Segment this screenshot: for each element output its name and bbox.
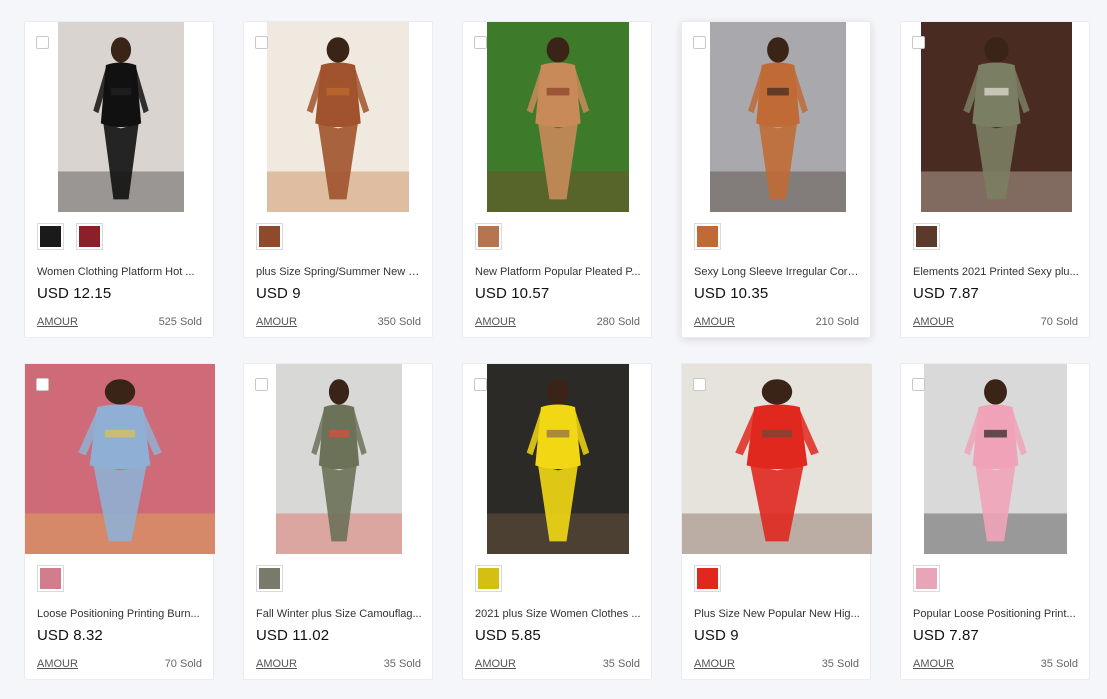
sold-count: 350 Sold bbox=[377, 316, 421, 328]
brand-link[interactable]: AMOUR bbox=[37, 316, 78, 328]
product-card[interactable]: Elements 2021 Printed Sexy plu... USD 7.8… bbox=[900, 21, 1090, 338]
product-card[interactable]: Women Clothing Platform Hot ... USD 12.15… bbox=[24, 21, 214, 338]
product-image[interactable] bbox=[682, 364, 872, 554]
color-swatches bbox=[256, 223, 283, 250]
brand-link[interactable]: AMOUR bbox=[256, 316, 297, 328]
product-title[interactable]: Sexy Long Sleeve Irregular Cord... bbox=[694, 266, 860, 278]
product-title[interactable]: New Platform Popular Pleated P... bbox=[475, 266, 641, 278]
sold-count: 525 Sold bbox=[158, 316, 202, 328]
brand-link[interactable]: AMOUR bbox=[913, 316, 954, 328]
product-price: USD 9 bbox=[694, 627, 739, 644]
product-price: USD 10.57 bbox=[475, 285, 550, 302]
product-price: USD 10.35 bbox=[694, 285, 769, 302]
product-card[interactable]: Loose Positioning Printing Burn... USD 8.… bbox=[24, 363, 215, 680]
product-image[interactable] bbox=[267, 22, 409, 212]
product-title[interactable]: Fall Winter plus Size Camouflag... bbox=[256, 608, 422, 620]
sold-count: 280 Sold bbox=[596, 316, 640, 328]
product-title[interactable]: plus Size Spring/Summer New L... bbox=[256, 266, 422, 278]
sold-count: 35 Sold bbox=[1040, 658, 1078, 670]
sold-count: 70 Sold bbox=[164, 658, 202, 670]
color-swatch[interactable] bbox=[37, 223, 64, 250]
product-title[interactable]: Popular Loose Positioning Print... bbox=[913, 608, 1079, 620]
product-price: USD 8.32 bbox=[37, 627, 103, 644]
brand-link[interactable]: AMOUR bbox=[475, 316, 516, 328]
brand-link[interactable]: AMOUR bbox=[256, 658, 297, 670]
brand-link[interactable]: AMOUR bbox=[913, 658, 954, 670]
sold-count: 35 Sold bbox=[383, 658, 421, 670]
product-price: USD 12.15 bbox=[37, 285, 112, 302]
product-image[interactable] bbox=[921, 22, 1072, 212]
product-title[interactable]: Plus Size New Popular New Hig... bbox=[694, 608, 860, 620]
brand-link[interactable]: AMOUR bbox=[694, 316, 735, 328]
product-card[interactable]: New Platform Popular Pleated P... USD 10.… bbox=[462, 21, 652, 338]
color-swatches bbox=[475, 565, 502, 592]
color-swatch[interactable] bbox=[694, 565, 721, 592]
brand-link[interactable]: AMOUR bbox=[694, 658, 735, 670]
color-swatch[interactable] bbox=[37, 565, 64, 592]
sold-count: 210 Sold bbox=[815, 316, 859, 328]
product-price: USD 9 bbox=[256, 285, 301, 302]
product-title[interactable]: Women Clothing Platform Hot ... bbox=[37, 266, 203, 278]
color-swatch[interactable] bbox=[256, 565, 283, 592]
select-checkbox[interactable] bbox=[255, 378, 268, 391]
color-swatch[interactable] bbox=[913, 565, 940, 592]
product-price: USD 7.87 bbox=[913, 627, 979, 644]
color-swatch[interactable] bbox=[475, 565, 502, 592]
product-grid: Women Clothing Platform Hot ... USD 12.15… bbox=[24, 21, 1090, 680]
product-image[interactable] bbox=[924, 364, 1067, 554]
sold-count: 70 Sold bbox=[1040, 316, 1078, 328]
select-checkbox[interactable] bbox=[36, 378, 49, 391]
product-price: USD 7.87 bbox=[913, 285, 979, 302]
color-swatches bbox=[913, 565, 940, 592]
product-image[interactable] bbox=[58, 22, 184, 212]
select-checkbox[interactable] bbox=[693, 36, 706, 49]
product-image[interactable] bbox=[487, 364, 629, 554]
product-price: USD 11.02 bbox=[256, 627, 330, 644]
select-checkbox[interactable] bbox=[36, 36, 49, 49]
color-swatches bbox=[37, 223, 103, 250]
product-card[interactable]: Popular Loose Positioning Print... USD 7.… bbox=[900, 363, 1090, 680]
color-swatches bbox=[694, 565, 721, 592]
color-swatch[interactable] bbox=[256, 223, 283, 250]
color-swatches bbox=[913, 223, 940, 250]
product-card[interactable]: Sexy Long Sleeve Irregular Cord... USD 10… bbox=[681, 21, 871, 338]
color-swatches bbox=[37, 565, 64, 592]
sold-count: 35 Sold bbox=[602, 658, 640, 670]
color-swatch[interactable] bbox=[913, 223, 940, 250]
product-title[interactable]: 2021 plus Size Women Clothes ... bbox=[475, 608, 641, 620]
sold-count: 35 Sold bbox=[821, 658, 859, 670]
select-checkbox[interactable] bbox=[474, 36, 487, 49]
color-swatch[interactable] bbox=[694, 223, 721, 250]
color-swatches bbox=[694, 223, 721, 250]
color-swatch[interactable] bbox=[76, 223, 103, 250]
brand-link[interactable]: AMOUR bbox=[37, 658, 78, 670]
select-checkbox[interactable] bbox=[693, 378, 706, 391]
product-title[interactable]: Elements 2021 Printed Sexy plu... bbox=[913, 266, 1079, 278]
product-image[interactable] bbox=[25, 364, 215, 554]
product-card[interactable]: plus Size Spring/Summer New L... USD 9 AMO… bbox=[243, 21, 433, 338]
product-image[interactable] bbox=[487, 22, 629, 212]
product-card[interactable]: Fall Winter plus Size Camouflag... USD 11… bbox=[243, 363, 433, 680]
select-checkbox[interactable] bbox=[255, 36, 268, 49]
color-swatches bbox=[475, 223, 502, 250]
color-swatch[interactable] bbox=[475, 223, 502, 250]
select-checkbox[interactable] bbox=[912, 36, 925, 49]
product-image[interactable] bbox=[710, 22, 846, 212]
product-image[interactable] bbox=[276, 364, 402, 554]
select-checkbox[interactable] bbox=[912, 378, 925, 391]
product-title[interactable]: Loose Positioning Printing Burn... bbox=[37, 608, 203, 620]
select-checkbox[interactable] bbox=[474, 378, 487, 391]
product-price: USD 5.85 bbox=[475, 627, 541, 644]
product-card[interactable]: Plus Size New Popular New Hig... USD 9 AMO… bbox=[681, 363, 872, 680]
color-swatches bbox=[256, 565, 283, 592]
brand-link[interactable]: AMOUR bbox=[475, 658, 516, 670]
product-card[interactable]: 2021 plus Size Women Clothes ... USD 5.85… bbox=[462, 363, 652, 680]
